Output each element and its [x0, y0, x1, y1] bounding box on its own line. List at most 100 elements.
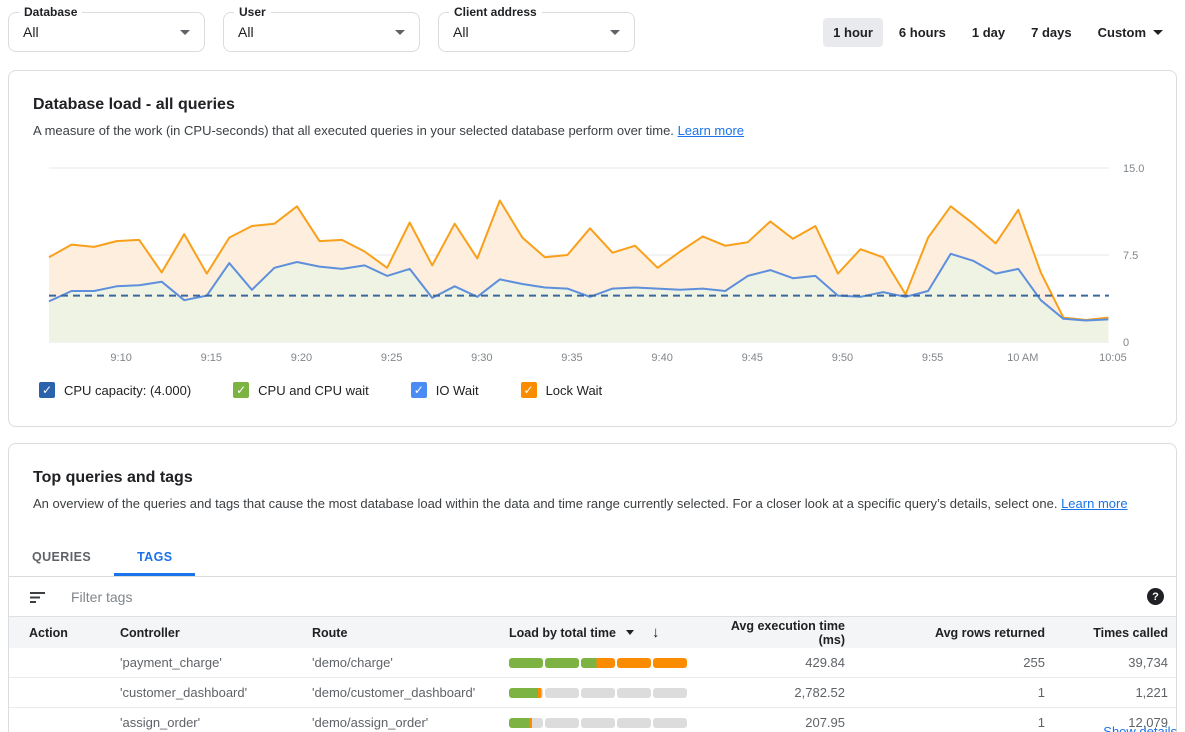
- caret-down-icon: [610, 30, 620, 35]
- chart-legend: ✓CPU capacity: (4.000)✓CPU and CPU wait✓…: [33, 382, 1152, 398]
- cell-avg-execution-time: 2,782.52: [705, 685, 845, 700]
- user-filter-select[interactable]: User All: [223, 12, 420, 52]
- svg-text:10:05: 10:05: [1099, 352, 1127, 364]
- database-load-card: Database load - all queries A measure of…: [8, 70, 1177, 427]
- database-filter-value: All: [23, 24, 180, 40]
- svg-text:9:20: 9:20: [291, 352, 312, 364]
- svg-text:9:15: 9:15: [201, 352, 222, 364]
- legend-label: Lock Wait: [546, 383, 603, 398]
- table-row[interactable]: 'payment_charge''demo/charge' 429.8425539…: [9, 648, 1176, 678]
- column-header-route: Route: [312, 626, 509, 640]
- svg-text:9:30: 9:30: [471, 352, 492, 364]
- cell-controller: 'payment_charge': [120, 655, 312, 670]
- column-header-avg-rows[interactable]: Avg rows returned: [845, 626, 1045, 640]
- time-range-1-hour[interactable]: 1 hour: [823, 18, 883, 47]
- column-header-controller: Controller: [120, 626, 312, 640]
- load-card-description: A measure of the work (in CPU-seconds) t…: [33, 122, 1152, 140]
- cell-avg-execution-time: 429.84: [705, 655, 845, 670]
- cell-route: 'demo/assign_order': [312, 715, 509, 730]
- svg-text:10 AM: 10 AM: [1007, 352, 1038, 364]
- legend-item-io-wait[interactable]: ✓ IO Wait: [411, 382, 479, 398]
- legend-label: IO Wait: [436, 383, 479, 398]
- checkbox-checked-icon[interactable]: ✓: [233, 382, 249, 398]
- legend-item-cpu-and-cpu-wait[interactable]: ✓ CPU and CPU wait: [233, 382, 369, 398]
- filter-row: ?: [9, 577, 1176, 617]
- cell-times-called: 1,221: [1045, 685, 1168, 700]
- table-row[interactable]: 'assign_order''demo/assign_order' 207.951…: [9, 708, 1176, 732]
- caret-down-icon: [395, 30, 405, 35]
- load-by-total-time-bar: [509, 658, 687, 668]
- tab-queries[interactable]: QUERIES: [9, 540, 114, 576]
- cell-route: 'demo/charge': [312, 655, 509, 670]
- cell-controller: 'assign_order': [120, 715, 312, 730]
- queries-card-description-text: An overview of the queries and tags that…: [33, 496, 1057, 511]
- column-header-avg-execution[interactable]: Avg execution time (ms): [705, 619, 845, 647]
- cell-avg-rows-returned: 1: [845, 685, 1045, 700]
- query-insights-page: Database All User All Client address All…: [0, 0, 1185, 732]
- cell-avg-rows-returned: 1: [845, 715, 1045, 730]
- caret-down-icon: [1153, 30, 1163, 35]
- client-address-filter-value: All: [453, 24, 610, 40]
- cell-avg-rows-returned: 255: [845, 655, 1045, 670]
- svg-text:9:35: 9:35: [561, 352, 582, 364]
- user-filter-value: All: [238, 24, 395, 40]
- cell-avg-execution-time: 207.95: [705, 715, 845, 730]
- load-card-title: Database load - all queries: [33, 95, 1152, 114]
- legend-label: CPU capacity: (4.000): [64, 383, 191, 398]
- checkbox-checked-icon[interactable]: ✓: [39, 382, 55, 398]
- load-card-description-text: A measure of the work (in CPU-seconds) t…: [33, 123, 674, 138]
- queries-card-title: Top queries and tags: [9, 468, 1176, 487]
- column-header-times-called[interactable]: Times called: [1045, 626, 1168, 640]
- tab-bar: QUERIES TAGS: [9, 540, 1176, 577]
- database-filter-select[interactable]: Database All: [8, 12, 205, 52]
- tab-tags[interactable]: TAGS: [114, 540, 195, 576]
- time-range-7-days[interactable]: 7 days: [1021, 18, 1081, 47]
- svg-text:9:45: 9:45: [742, 352, 763, 364]
- legend-item-lock-wait[interactable]: ✓ Lock Wait: [521, 382, 603, 398]
- svg-text:9:50: 9:50: [832, 352, 853, 364]
- arrow-down-sort-icon[interactable]: ↓: [652, 624, 660, 641]
- svg-text:0: 0: [1123, 337, 1129, 349]
- load-by-total-time-bar: [509, 718, 687, 728]
- time-range-custom-label: Custom: [1098, 25, 1146, 40]
- svg-text:9:25: 9:25: [381, 352, 402, 364]
- database-filter-label: Database: [19, 5, 82, 19]
- client-address-filter-select[interactable]: Client address All: [438, 12, 635, 52]
- time-range-custom[interactable]: Custom: [1088, 18, 1169, 47]
- table-row[interactable]: 'customer_dashboard''demo/customer_dashb…: [9, 678, 1176, 708]
- load-by-total-time-bar: [509, 688, 687, 698]
- filter-list-icon: [29, 588, 47, 606]
- show-details-link[interactable]: Show details: [1103, 724, 1177, 732]
- time-range-selector: 1 hour6 hours1 day7 days Custom: [823, 18, 1177, 47]
- filter-bar: Database All User All Client address All…: [0, 0, 1185, 52]
- checkbox-checked-icon[interactable]: ✓: [521, 382, 537, 398]
- column-header-load[interactable]: Load by total time ↓: [509, 624, 705, 641]
- filter-tags-input[interactable]: [71, 589, 1147, 605]
- database-load-chart[interactable]: 0 7.5 15.0 9:10 9:15 9:20 9:25 9:30 9:35 9:40 9:45…: [33, 156, 1154, 368]
- table-body: 'payment_charge''demo/charge' 429.8425539…: [9, 648, 1176, 732]
- caret-down-icon[interactable]: [626, 630, 634, 635]
- caret-down-icon: [180, 30, 190, 35]
- svg-text:9:40: 9:40: [651, 352, 672, 364]
- svg-text:15.0: 15.0: [1123, 163, 1144, 175]
- svg-text:9:55: 9:55: [922, 352, 943, 364]
- learn-more-link[interactable]: Learn more: [1061, 496, 1127, 511]
- learn-more-link[interactable]: Learn more: [678, 123, 744, 138]
- client-address-filter-label: Client address: [449, 5, 542, 19]
- time-range-1-day[interactable]: 1 day: [962, 18, 1015, 47]
- cell-times-called: 39,734: [1045, 655, 1168, 670]
- svg-text:7.5: 7.5: [1123, 250, 1138, 262]
- svg-text:9:10: 9:10: [110, 352, 131, 364]
- table-header: Action Controller Route Load by total ti…: [9, 617, 1176, 648]
- queries-card-description: An overview of the queries and tags that…: [9, 495, 1176, 513]
- column-header-action: Action: [29, 626, 120, 640]
- legend-item-cpu-capacity-4-000[interactable]: ✓ CPU capacity: (4.000): [39, 382, 191, 398]
- time-range-6-hours[interactable]: 6 hours: [889, 18, 956, 47]
- user-filter-label: User: [234, 5, 271, 19]
- legend-label: CPU and CPU wait: [258, 383, 369, 398]
- top-queries-card: Top queries and tags An overview of the …: [8, 443, 1177, 732]
- checkbox-checked-icon[interactable]: ✓: [411, 382, 427, 398]
- help-icon[interactable]: ?: [1147, 588, 1164, 605]
- cell-route: 'demo/customer_dashboard': [312, 685, 509, 700]
- cell-controller: 'customer_dashboard': [120, 685, 312, 700]
